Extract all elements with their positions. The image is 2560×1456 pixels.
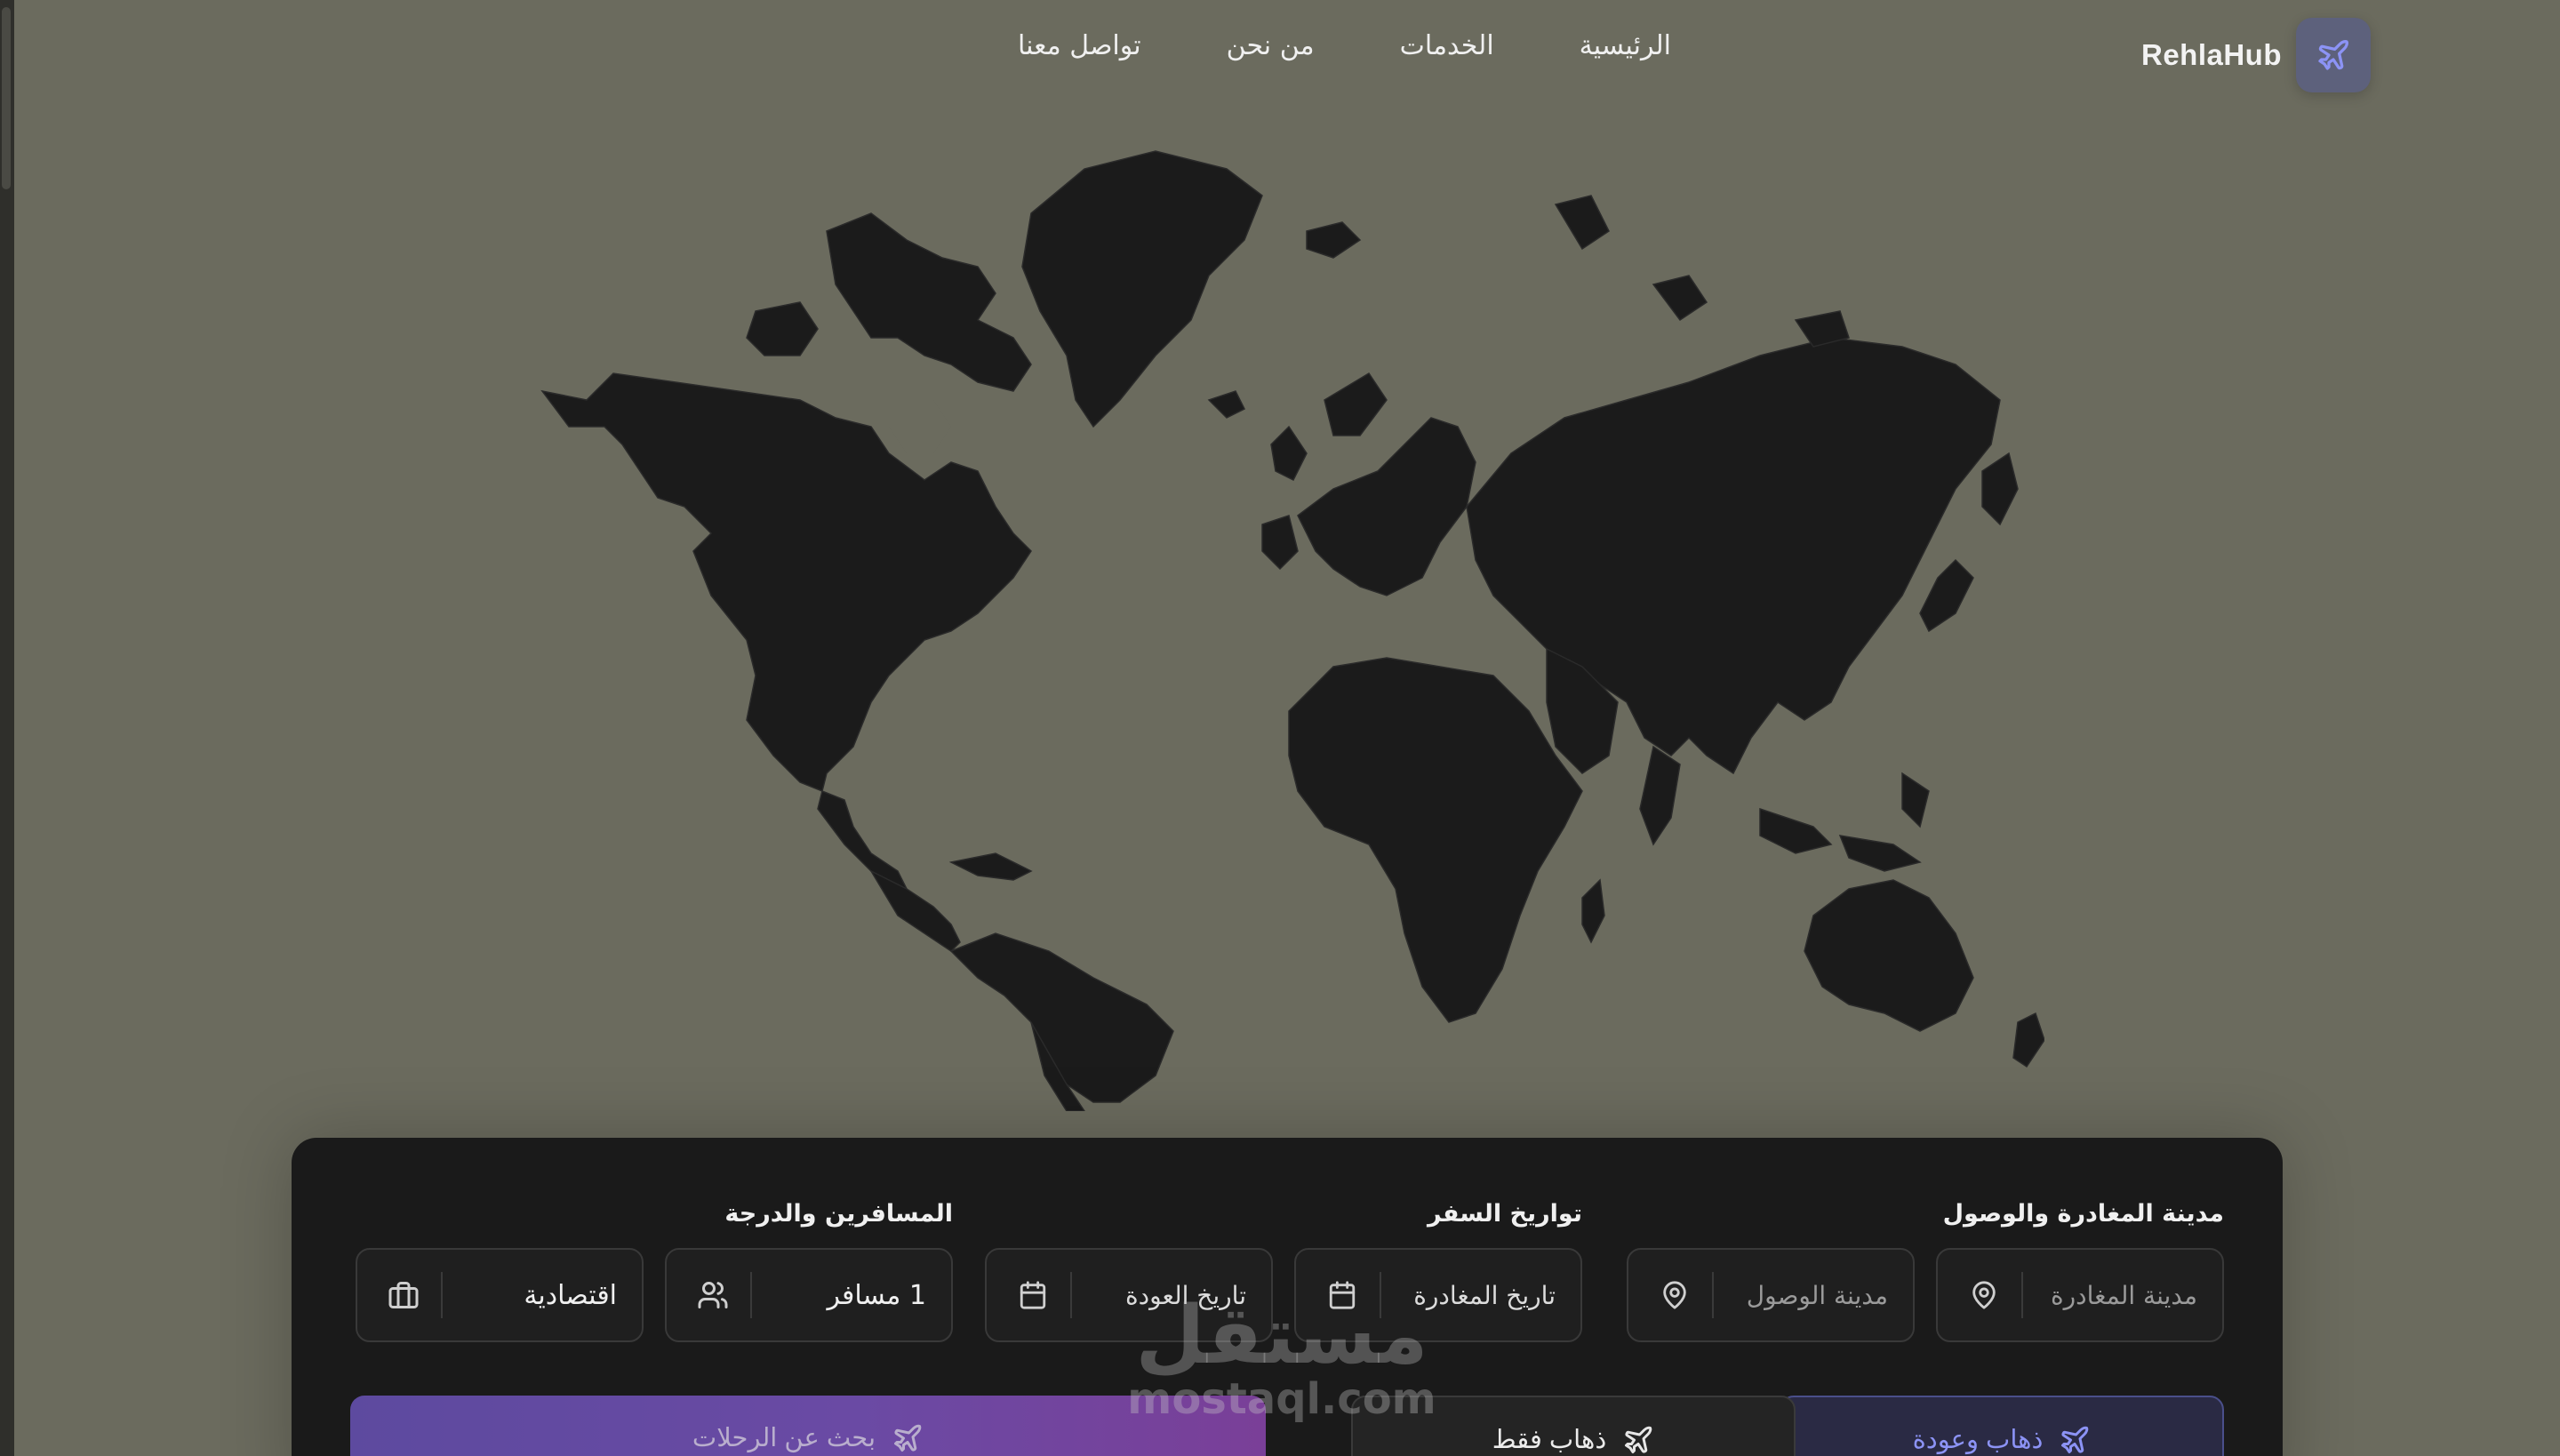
africa-shape <box>1288 657 1583 1023</box>
field-divider <box>1380 1272 1381 1318</box>
asia-shape <box>1466 337 2001 775</box>
users-icon <box>692 1274 734 1316</box>
field-divider <box>1712 1272 1714 1318</box>
nav-item-home[interactable]: الرئيسية <box>1537 30 1671 61</box>
dates-label: تواريخ السفر <box>1428 1200 1582 1228</box>
route-label: مدينة المغادرة والوصول <box>1942 1200 2224 1228</box>
search-flights-button[interactable]: بحث عن الرحلات <box>350 1396 1266 1456</box>
class-field[interactable]: اقتصادية <box>356 1248 644 1342</box>
plane-icon <box>1625 1426 1652 1453</box>
map-pin-icon <box>1653 1274 1696 1316</box>
calendar-icon <box>1012 1274 1054 1316</box>
round-trip-button[interactable]: ذهاب وعودة <box>1780 1396 2224 1456</box>
from-city-field[interactable]: مدينة المغادرة <box>1936 1248 2224 1342</box>
calendar-icon <box>1321 1274 1364 1316</box>
from-city-input[interactable]: مدينة المغادرة <box>2039 1281 2197 1310</box>
departure-date-input[interactable]: تاريخ المغادرة <box>1397 1281 1556 1310</box>
plane-icon <box>894 1424 922 1452</box>
to-city-input[interactable]: مدينة الوصول <box>1730 1281 1888 1310</box>
plane-icon <box>2061 1426 2089 1453</box>
central-america-shape <box>869 869 961 952</box>
class-select[interactable]: اقتصادية <box>459 1280 617 1311</box>
field-divider <box>2021 1272 2023 1318</box>
north-america-shape <box>540 372 1032 891</box>
map-pin-icon <box>1963 1274 2005 1316</box>
page: RehlaHub الرئيسية الخدمات من نحن تواصل م… <box>0 0 2560 1456</box>
main-nav: الرئيسية الخدمات من نحن تواصل معنا <box>975 30 1671 61</box>
to-city-field[interactable]: مدينة الوصول <box>1627 1248 1915 1342</box>
europe-shape <box>1297 417 1476 596</box>
departure-date-field[interactable]: تاريخ المغادرة <box>1294 1248 1582 1342</box>
brand-logo[interactable] <box>2296 18 2371 92</box>
flight-search-card: مدينة المغادرة والوصول تواريخ السفر المس… <box>292 1138 2283 1456</box>
australia-shape <box>1804 879 1974 1032</box>
field-divider <box>1070 1272 1072 1318</box>
passengers-select[interactable]: 1 مسافر <box>768 1280 927 1311</box>
brand-name: RehlaHub <box>2140 38 2282 71</box>
nav-item-services[interactable]: الخدمات <box>1357 30 1537 61</box>
return-date-field[interactable]: تاريخ العودة <box>985 1248 1273 1342</box>
briefcase-icon <box>382 1274 425 1316</box>
brand[interactable]: RehlaHub <box>2141 18 2371 92</box>
arctic-islands-shape <box>826 212 1032 392</box>
passengers-field[interactable]: 1 مسافر <box>665 1248 953 1342</box>
one-way-label: ذهاب فقط <box>1492 1426 1607 1454</box>
round-trip-label: ذهاب وعودة <box>1912 1426 2044 1454</box>
greenland-shape <box>1021 150 1263 428</box>
plane-icon <box>2318 40 2348 70</box>
return-date-input[interactable]: تاريخ العودة <box>1088 1281 1246 1310</box>
world-map-graphic <box>540 150 2045 1112</box>
field-divider <box>750 1272 752 1318</box>
site-header: RehlaHub الرئيسية الخدمات من نحن تواصل م… <box>0 0 2560 107</box>
search-flights-label: بحث عن الرحلات <box>692 1424 876 1452</box>
scrollbar[interactable] <box>0 0 14 1456</box>
passengers-label: المسافرين والدرجة <box>724 1200 953 1228</box>
one-way-button[interactable]: ذهاب فقط <box>1351 1396 1796 1456</box>
field-divider <box>441 1272 443 1318</box>
nav-item-contact[interactable]: تواصل معنا <box>975 30 1184 61</box>
world-map <box>533 133 2045 1112</box>
nav-item-about[interactable]: من نحن <box>1184 30 1357 61</box>
